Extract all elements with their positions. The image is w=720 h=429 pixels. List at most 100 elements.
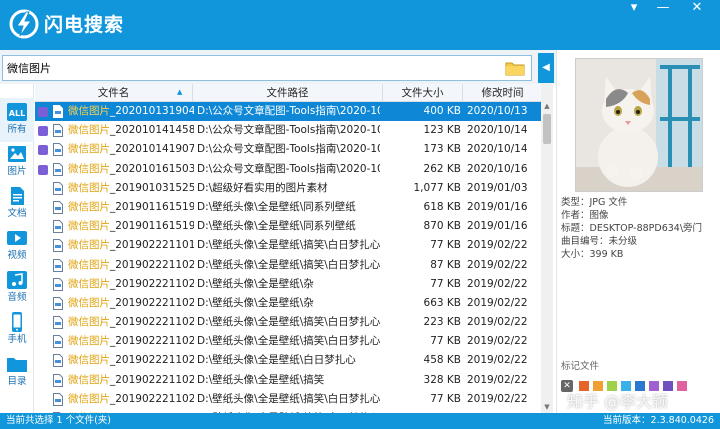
sidebar-item-label: 手机	[7, 334, 27, 345]
file-path: D:\壁纸头像\全是壁纸\搞笑\白日梦扎心\	[197, 392, 380, 405]
meta-title: 标题：DESKTOP-88PD634\旁门	[561, 223, 703, 234]
column-header-path[interactable]: 文件路径	[193, 84, 383, 102]
table-row[interactable]: 微信图片_20190222110154.j...D:\壁纸头像\全是壁纸\搞笑\…	[35, 236, 553, 255]
title-bar: 闪电搜索 ▾ — ✕	[0, 0, 720, 50]
sidebar-item-all[interactable]: ALL 所有	[0, 98, 34, 142]
audio-icon	[7, 271, 27, 289]
search-highlight: 微信图片	[68, 181, 110, 194]
close-button[interactable]: ✕	[680, 0, 714, 16]
table-row[interactable]: 微信图片_20190222110216...D:\壁纸头像\全是壁纸\杂 663 …	[35, 294, 553, 313]
table-row[interactable]: 微信图片_2020101419075...D:\公众号文章配图-Tools指南\…	[35, 140, 553, 159]
table-row[interactable]: 微信图片_2020101319044...D:\公众号文章配图-Tools指南\…	[35, 102, 553, 122]
sidebar-item-document[interactable]: 文档	[0, 182, 34, 226]
file-path: D:\壁纸头像\全是壁纸\杂	[197, 296, 314, 309]
version-status: 当前版本：2.3.840.0426	[603, 415, 714, 426]
folder-browse-icon[interactable]	[505, 60, 525, 76]
search-highlight: 微信图片	[68, 373, 110, 386]
file-size: 87 KB	[430, 258, 461, 271]
search-box	[2, 55, 532, 81]
file-name: 微信图片_20190222110216...	[68, 294, 194, 313]
file-icon	[53, 239, 63, 253]
file-time: 2019/01/16	[467, 200, 528, 213]
search-highlight: 微信图片	[68, 335, 110, 348]
file-icon	[53, 316, 63, 330]
file-path: D:\公众号文章配图-Tools指南\2020-10-\	[197, 124, 380, 137]
file-path: D:\壁纸头像\全是壁纸\搞笑\白日梦扎心\	[197, 316, 380, 329]
table-row[interactable]: 微信图片_20190222110222...D:\壁纸头像\全是壁纸\搞笑\白日…	[35, 332, 553, 351]
sidebar-item-video[interactable]: 视频	[0, 224, 34, 268]
table-row[interactable]: 微信图片_20190222110212...D:\壁纸头像\全是壁纸\杂 77 K…	[35, 275, 553, 294]
file-time: 2020/10/14	[467, 124, 528, 137]
scroll-up-icon[interactable]: ▲	[541, 100, 553, 112]
file-time: 2019/02/22	[467, 335, 528, 348]
file-name-suffix: _20190116151954.j...	[110, 200, 194, 213]
file-path: D:\超级好看实用的图片素材	[197, 181, 328, 194]
document-icon	[11, 187, 24, 205]
table-row[interactable]: 微信图片_20190222110233.j...D:\壁纸头像\全是壁纸\搞笑\…	[35, 390, 553, 409]
status-bar: 当前共选择 1 个文件(夹) 当前版本：2.3.840.0426	[0, 413, 720, 429]
file-time: 2019/02/22	[467, 258, 528, 271]
category-sidebar: ALL 所有 图片 文档 视频 音频 手机 目录	[0, 84, 34, 413]
file-size: 663 KB	[423, 296, 461, 309]
file-size: 77 KB	[430, 239, 461, 252]
table-row[interactable]: 微信图片_2020101414584...D:\公众号文章配图-Tools指南\…	[35, 121, 553, 140]
tag-color-swatch[interactable]	[677, 381, 687, 391]
meta-size: 大小：399 KB	[561, 249, 624, 260]
tag-marker	[38, 164, 48, 175]
file-size: 618 KB	[423, 200, 461, 213]
file-path: D:\壁纸头像\全是壁纸\杂	[197, 277, 314, 290]
search-input[interactable]	[7, 59, 487, 77]
file-name-suffix: _20190222110212...	[110, 277, 194, 290]
app-title: 闪电搜索	[44, 14, 125, 36]
table-row[interactable]: 微信图片_20190222110227...D:\壁纸头像\全是壁纸\搞笑 328…	[35, 371, 553, 390]
file-icon	[53, 124, 63, 138]
search-highlight: 微信图片	[68, 392, 110, 405]
sidebar-item-phone[interactable]: 手机	[0, 308, 34, 352]
column-header-size[interactable]: 文件大小	[383, 84, 463, 102]
sidebar-item-label: 图片	[7, 166, 27, 177]
sidebar-item-label: 文档	[7, 208, 27, 219]
table-row[interactable]: 微信图片_20190103152510...D:\超级好看实用的图片素材 1,07…	[35, 179, 553, 198]
file-size: 173 KB	[423, 143, 461, 156]
file-name: 微信图片_20190222110227...	[68, 371, 194, 390]
file-path: D:\壁纸头像\全是壁纸\搞笑	[197, 373, 325, 386]
image-icon	[8, 146, 26, 162]
sidebar-item-image[interactable]: 图片	[0, 140, 34, 184]
file-name-suffix: _20190116151957.j...	[110, 220, 194, 233]
search-highlight: 微信图片	[68, 277, 110, 290]
file-path: D:\公众号文章配图-Tools指南\2020-10-\	[197, 162, 380, 175]
file-icon	[53, 296, 63, 310]
column-header-name[interactable]: 文件名	[35, 84, 193, 102]
table-row[interactable]: 微信图片_20190222110207...D:\壁纸头像\全是壁纸\搞笑\白日…	[35, 256, 553, 275]
file-icon	[53, 200, 63, 214]
file-name: 微信图片_20190116151957.j...	[68, 217, 194, 236]
table-row[interactable]: 微信图片_20190116151954.j...D:\壁纸头像\全是壁纸\同系列…	[35, 198, 553, 217]
scroll-down-icon[interactable]: ▼	[541, 401, 553, 413]
collapse-preview-button[interactable]: ◀	[538, 53, 554, 83]
file-name: 微信图片_2020101419075...	[68, 140, 194, 159]
table-row[interactable]: 微信图片_2020101615033...D:\公众号文章配图-Tools指南\…	[35, 160, 553, 179]
vertical-scrollbar[interactable]: ▲ ▼	[541, 84, 553, 413]
search-highlight: 微信图片	[68, 354, 110, 367]
table-row[interactable]: 微信图片_20190116151957.j...D:\壁纸头像\全是壁纸\同系列…	[35, 217, 553, 236]
search-highlight: 微信图片	[68, 316, 110, 329]
table-row[interactable]: 微信图片_20190222110225...D:\壁纸头像\全是壁纸\白日梦扎心…	[35, 351, 553, 370]
sidebar-item-audio[interactable]: 音频	[0, 266, 34, 310]
sidebar-item-folder[interactable]: 目录	[0, 350, 34, 394]
cat-photo-image	[576, 59, 702, 191]
search-highlight: 微信图片	[68, 124, 110, 137]
scroll-thumb[interactable]	[543, 114, 551, 144]
lightning-logo-icon	[9, 9, 39, 39]
file-path: D:\壁纸头像\全是壁纸\搞笑\白日梦扎心\	[197, 239, 380, 252]
table-row[interactable]: 微信图片_20190222110219...D:\壁纸头像\全是壁纸\搞笑\白日…	[35, 313, 553, 332]
file-icon	[53, 162, 63, 176]
file-name-suffix: _2020101419075...	[110, 143, 194, 156]
file-time: 2019/01/16	[467, 220, 528, 233]
minimize-button[interactable]: —	[646, 0, 680, 16]
file-icon	[53, 258, 63, 272]
file-time: 2020/10/13	[467, 105, 528, 117]
preview-panel: 类型：JPG 文件 作者：图像 标题：DESKTOP-88PD634\旁门 曲目…	[556, 50, 720, 413]
column-header-time[interactable]: 修改时间	[463, 84, 543, 102]
file-time: 2019/02/22	[467, 392, 528, 405]
file-size: 328 KB	[423, 373, 461, 386]
